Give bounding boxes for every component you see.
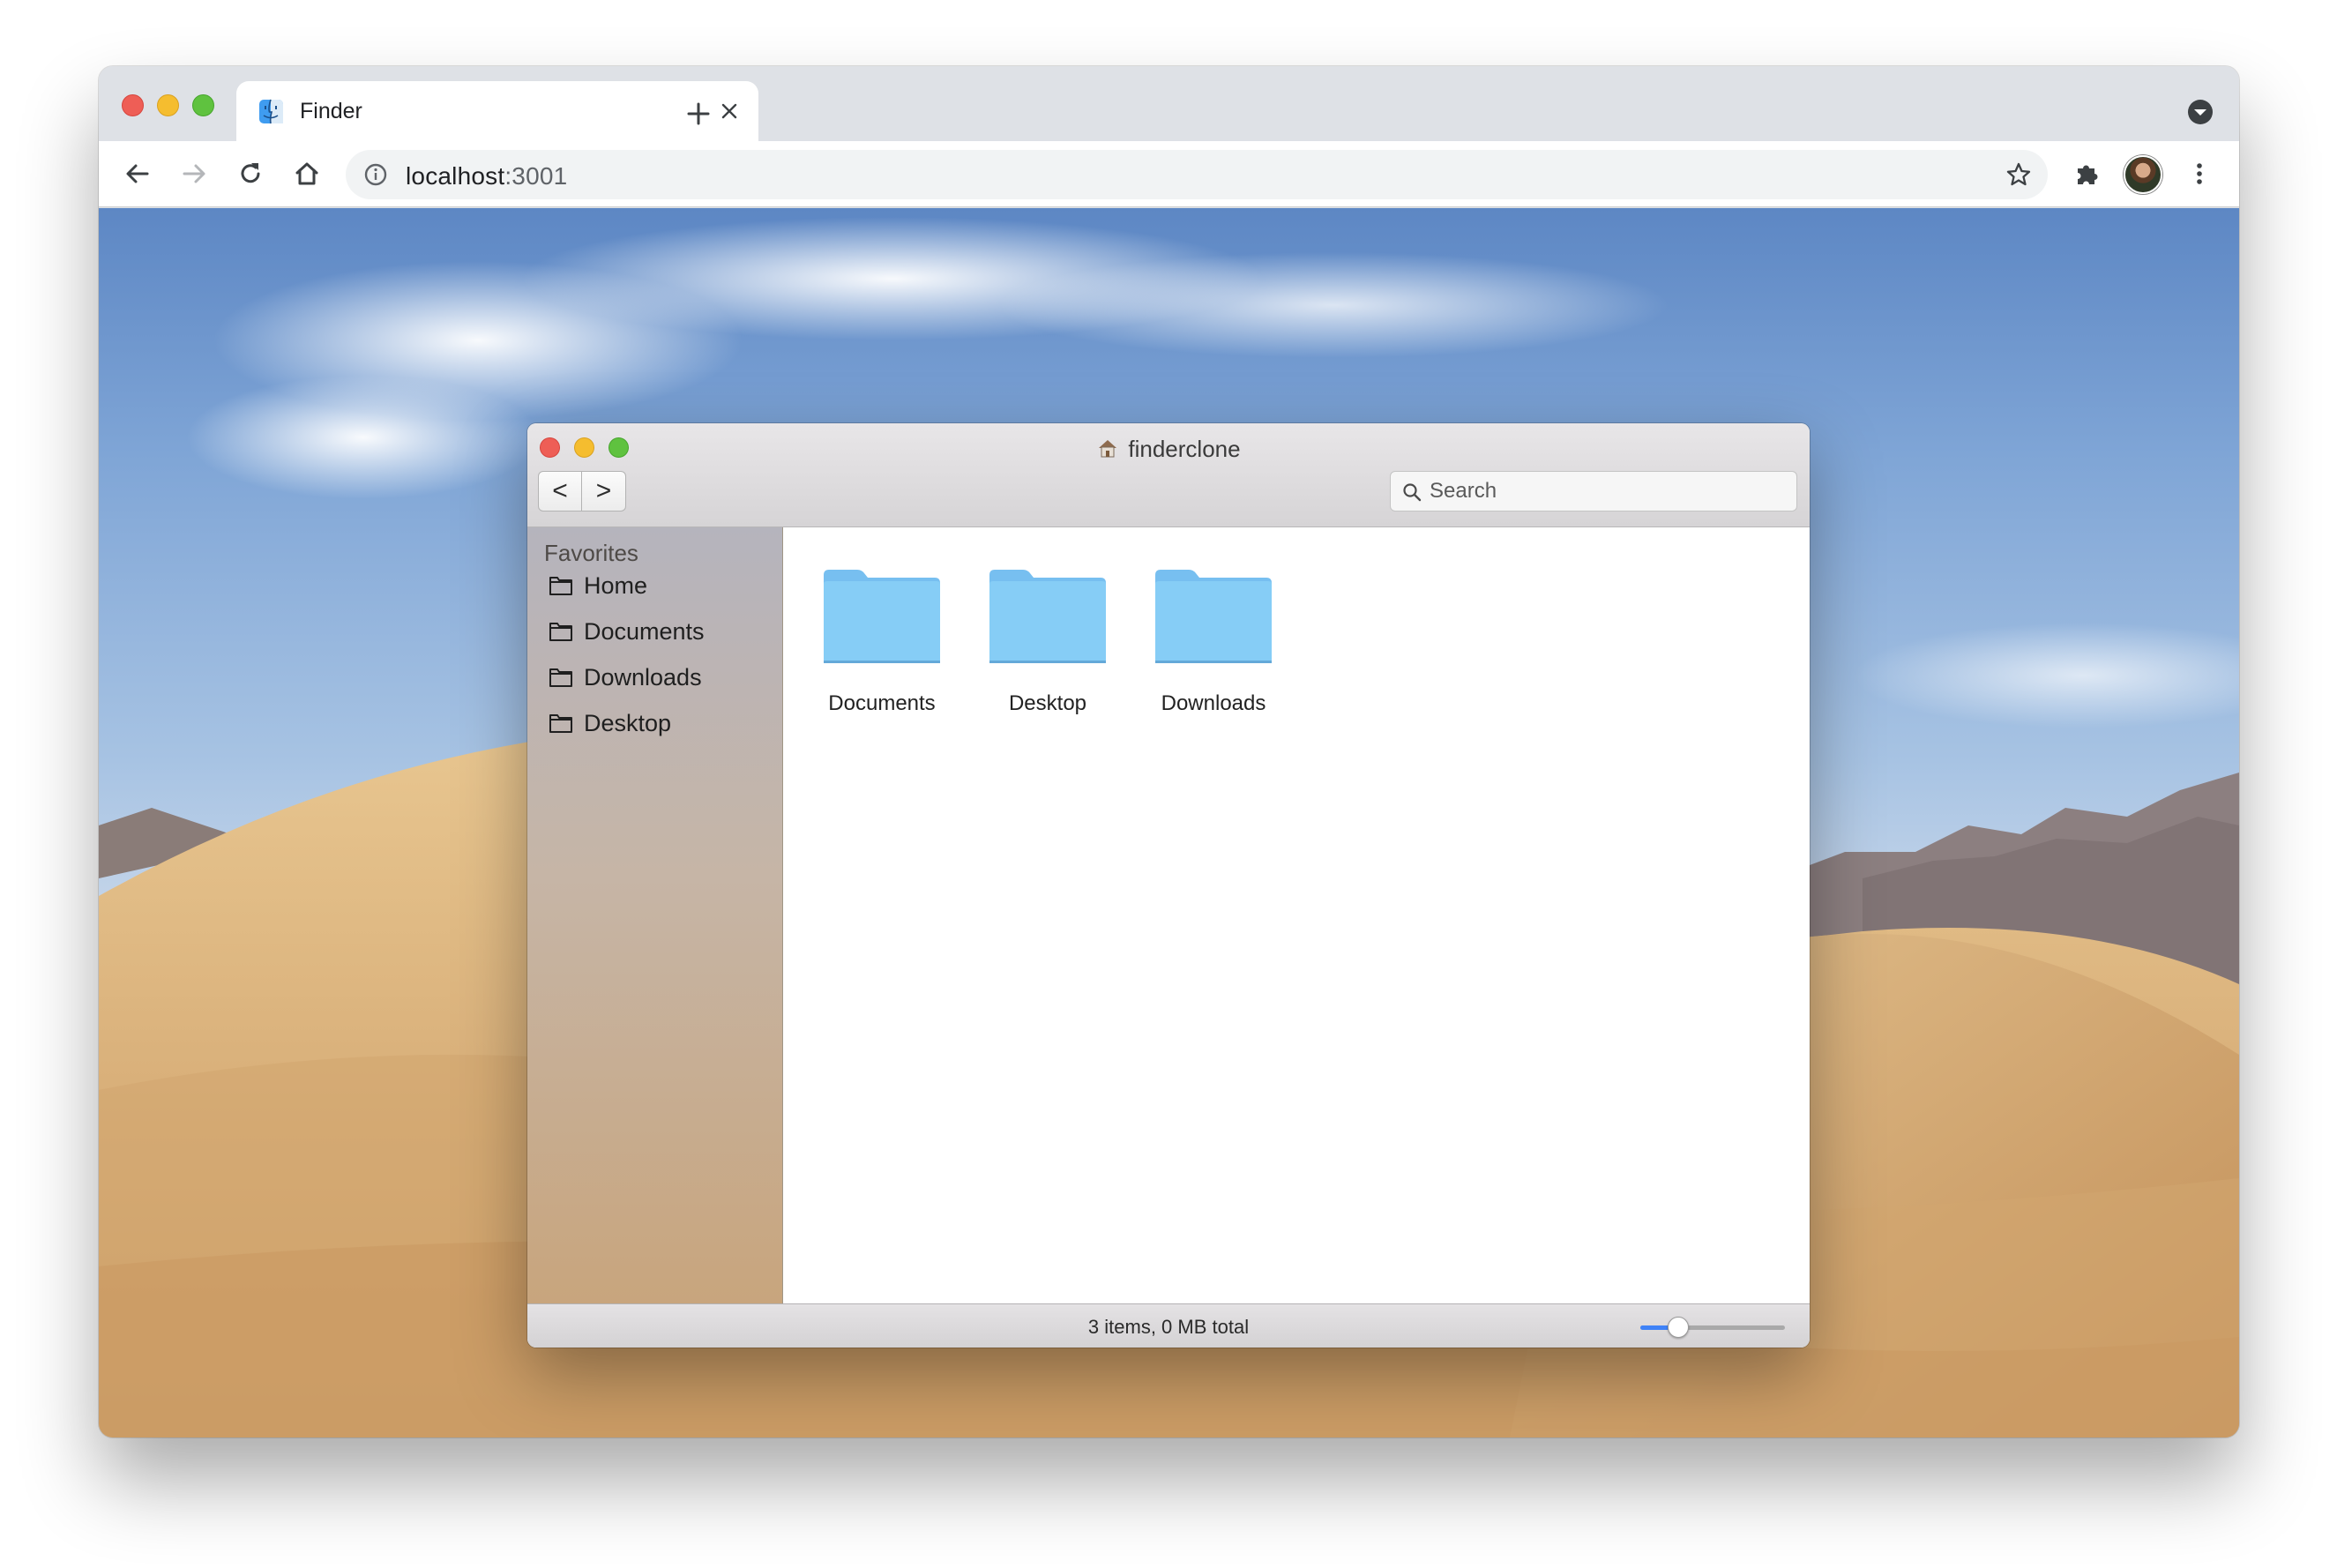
chevron-down-circle-icon[interactable] [2186, 98, 2214, 126]
address-bar[interactable]: localhost:3001 [346, 150, 2048, 199]
reload-icon[interactable] [232, 155, 269, 192]
url-text[interactable]: localhost:3001 [406, 162, 567, 190]
info-icon[interactable] [363, 162, 388, 187]
plus-icon[interactable] [681, 96, 716, 131]
kebab-menu-icon[interactable] [2181, 155, 2218, 192]
tab-close-icon[interactable] [715, 97, 743, 125]
finder-window: finderclone < > Favorites [527, 423, 1810, 1348]
finder-title: finderclone [527, 436, 1810, 463]
finder-title-text: finderclone [1128, 436, 1241, 462]
star-icon[interactable] [2005, 161, 2032, 188]
browser-zoom-button[interactable] [192, 94, 214, 116]
file-label: Documents [828, 691, 936, 715]
file-label: Downloads [1161, 691, 1266, 715]
tab-strip: Finder [99, 66, 2239, 143]
browser-minimize-button[interactable] [157, 94, 179, 116]
browser-close-button[interactable] [122, 94, 144, 116]
sidebar-item-desktop[interactable]: Desktop [549, 704, 671, 743]
finder-statusbar: 3 items, 0 MB total [527, 1303, 1810, 1348]
file-item-desktop[interactable]: Desktop [959, 568, 1117, 727]
avatar[interactable] [2124, 155, 2162, 194]
folder-icon [1155, 570, 1272, 663]
sidebar-item-documents[interactable]: Documents [549, 612, 705, 651]
file-label: Desktop [1008, 691, 1087, 715]
sidebar-item-label: Documents [584, 617, 705, 645]
sidebar-item-label: Home [584, 571, 648, 599]
browser-toolbar: localhost:3001 [99, 141, 2239, 207]
url-port: :3001 [504, 162, 568, 190]
finder-titlebar: finderclone < > [527, 423, 1810, 527]
sidebar-heading: Favorites [544, 540, 638, 566]
finder-nav-group: < > [538, 471, 626, 511]
folder-icon [989, 570, 1106, 663]
search-box[interactable] [1390, 471, 1797, 511]
finder-content: Documents Desktop Downloads [784, 527, 1810, 1303]
sidebar-item-downloads[interactable]: Downloads [549, 658, 702, 697]
url-host: localhost [406, 162, 505, 190]
folder-outline-icon [549, 668, 572, 687]
finder-sidebar: Favorites Home Documents Downloads Deskt… [527, 527, 783, 1303]
file-item-documents[interactable]: Documents [793, 568, 952, 727]
home-icon[interactable] [288, 155, 325, 192]
forward-arrow-icon[interactable] [175, 155, 213, 192]
folder-outline-icon [549, 623, 572, 641]
back-button[interactable]: < [538, 471, 582, 511]
sidebar-item-home[interactable]: Home [549, 566, 647, 605]
file-item-downloads[interactable]: Downloads [1124, 568, 1283, 727]
back-arrow-icon[interactable] [119, 155, 156, 192]
folder-outline-icon [549, 577, 572, 595]
sidebar-item-label: Downloads [584, 663, 702, 691]
browser-window: Finder localhost:3001 finderclone < > Se… [99, 66, 2239, 1437]
home-icon [1099, 440, 1117, 458]
folder-outline-icon [549, 714, 572, 733]
tab-title: Finder [300, 99, 362, 123]
browser-window-controls [122, 94, 214, 116]
sidebar-item-label: Desktop [584, 709, 672, 736]
search-icon [1403, 483, 1422, 502]
status-text: 3 items, 0 MB total [1087, 1316, 1250, 1338]
search-input[interactable] [1430, 472, 1782, 511]
finder-face-icon [259, 99, 283, 124]
page-viewport: finderclone < > Favorites [99, 208, 2239, 1437]
extensions-puzzle-icon[interactable] [2068, 155, 2105, 192]
forward-button[interactable]: > [582, 471, 626, 511]
icon-size-slider[interactable] [1640, 1317, 1785, 1338]
slider-thumb[interactable] [1667, 1317, 1689, 1338]
folder-icon [824, 570, 940, 663]
